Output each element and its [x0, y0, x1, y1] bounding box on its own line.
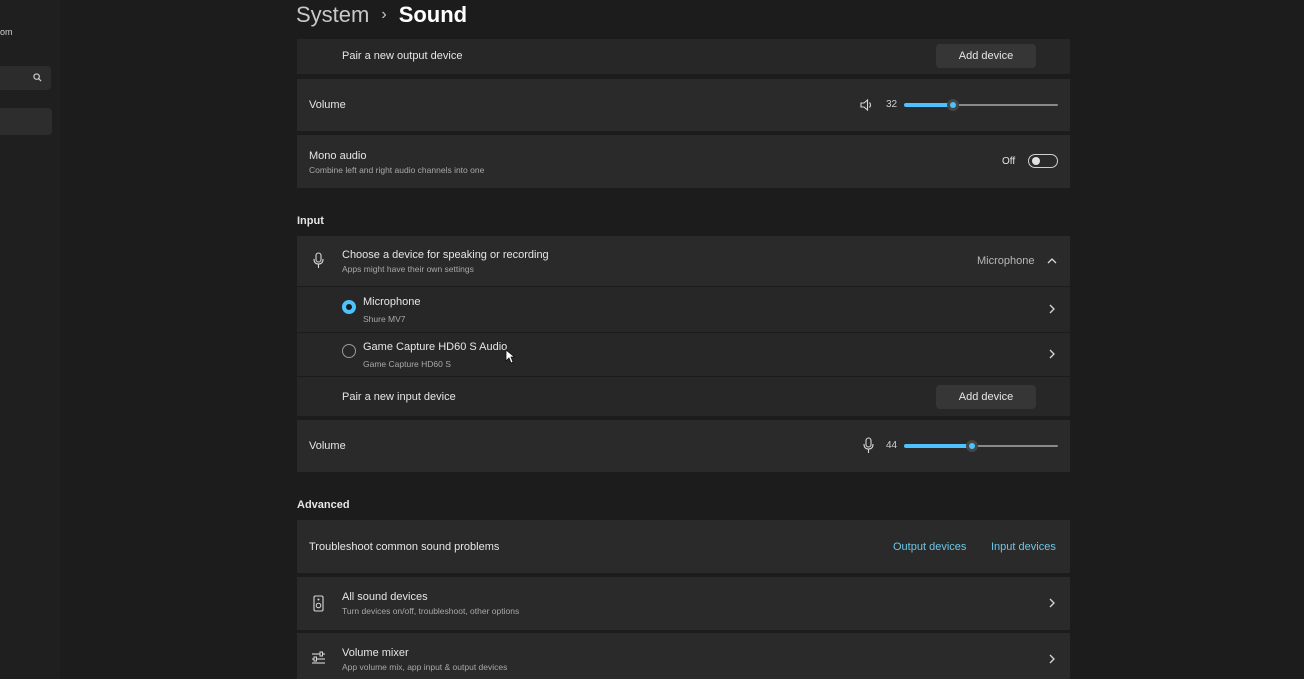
input-volume-value: 44 — [886, 440, 898, 451]
chevron-right-icon[interactable] — [1049, 304, 1055, 314]
page-title: Sound — [398, 2, 468, 27]
search-input[interactable] — [0, 66, 51, 90]
input-device-sub: Shure MV7 — [363, 314, 406, 324]
all-sound-devices-title: All sound devices — [342, 591, 428, 603]
slider-thumb[interactable] — [966, 440, 978, 452]
pair-input-label: Pair a new input device — [342, 391, 456, 403]
speaker-icon[interactable] — [860, 99, 873, 111]
all-sound-devices-desc: Turn devices on/off, troubleshoot, other… — [342, 606, 520, 616]
mono-audio-state: Off — [1002, 156, 1016, 167]
choose-input-title: Choose a device for speaking or recordin… — [342, 249, 549, 261]
advanced-section-title: Advanced — [297, 499, 350, 511]
mixer-icon — [312, 651, 325, 664]
input-device-option[interactable]: Game Capture HD60 S Audio Game Capture H… — [297, 333, 1070, 376]
input-device-sub: Game Capture HD60 S — [363, 359, 451, 369]
selected-input-device: Microphone — [977, 255, 1035, 267]
game-capture-radio[interactable] — [342, 344, 356, 358]
output-volume-label: Volume — [309, 99, 346, 111]
sidebar: om — [0, 0, 60, 679]
input-devices-link[interactable]: Input devices — [991, 541, 1056, 553]
slider-fill — [904, 103, 953, 107]
choose-input-device-row[interactable]: Choose a device for speaking or recordin… — [297, 236, 1070, 286]
search-icon — [33, 73, 42, 82]
output-volume-row: Volume 32 — [297, 79, 1070, 131]
output-devices-link[interactable]: Output devices — [893, 541, 966, 553]
input-section-title: Input — [297, 215, 324, 227]
chevron-right-icon[interactable] — [1049, 598, 1055, 608]
input-volume-row: Volume 44 — [297, 420, 1070, 472]
input-device-name: Game Capture HD60 S Audio — [363, 341, 508, 353]
breadcrumb: System › Sound — [296, 2, 467, 28]
chevron-right-icon[interactable] — [1049, 654, 1055, 664]
output-volume-value: 32 — [886, 99, 898, 110]
mono-audio-title: Mono audio — [309, 150, 367, 162]
pair-output-label: Pair a new output device — [342, 50, 463, 62]
volume-mixer-title: Volume mixer — [342, 647, 409, 659]
microphone-radio[interactable] — [342, 300, 356, 314]
mouse-cursor-icon — [505, 349, 515, 364]
add-output-device-button[interactable]: Add device — [936, 44, 1036, 68]
troubleshoot-row: Troubleshoot common sound problems Outpu… — [297, 520, 1070, 573]
pair-input-device-row: Pair a new input device Add device — [297, 377, 1070, 416]
input-volume-slider[interactable] — [904, 438, 1058, 454]
mono-audio-row: Mono audio Combine left and right audio … — [297, 135, 1070, 188]
sidebar-item-selected[interactable] — [0, 108, 52, 135]
volume-mixer-desc: App volume mix, app input & output devic… — [342, 662, 508, 672]
chevron-right-icon: › — [381, 6, 387, 23]
slider-fill — [904, 444, 972, 448]
all-sound-devices-row[interactable]: All sound devices Turn devices on/off, t… — [297, 577, 1070, 630]
chevron-up-icon[interactable] — [1047, 258, 1057, 264]
microphone-icon — [313, 252, 324, 268]
slider-thumb[interactable] — [947, 99, 959, 111]
input-device-name: Microphone — [363, 296, 421, 308]
troubleshoot-label: Troubleshoot common sound problems — [309, 541, 500, 553]
output-volume-slider[interactable] — [904, 97, 1058, 113]
speaker-device-icon — [313, 595, 324, 612]
mono-audio-toggle[interactable] — [1028, 154, 1058, 168]
microphone-icon[interactable] — [863, 437, 874, 454]
mono-audio-desc: Combine left and right audio channels in… — [309, 165, 485, 175]
chevron-right-icon[interactable] — [1049, 349, 1055, 359]
add-input-device-button[interactable]: Add device — [936, 385, 1036, 409]
breadcrumb-parent[interactable]: System — [296, 2, 369, 28]
input-device-option[interactable]: Microphone Shure MV7 — [297, 287, 1070, 332]
input-volume-label: Volume — [309, 440, 346, 452]
choose-input-desc: Apps might have their own settings — [342, 264, 474, 274]
sidebar-title: om — [0, 27, 13, 37]
pair-output-device-row: Pair a new output device Add device — [297, 39, 1070, 74]
volume-mixer-row[interactable]: Volume mixer App volume mix, app input &… — [297, 633, 1070, 679]
